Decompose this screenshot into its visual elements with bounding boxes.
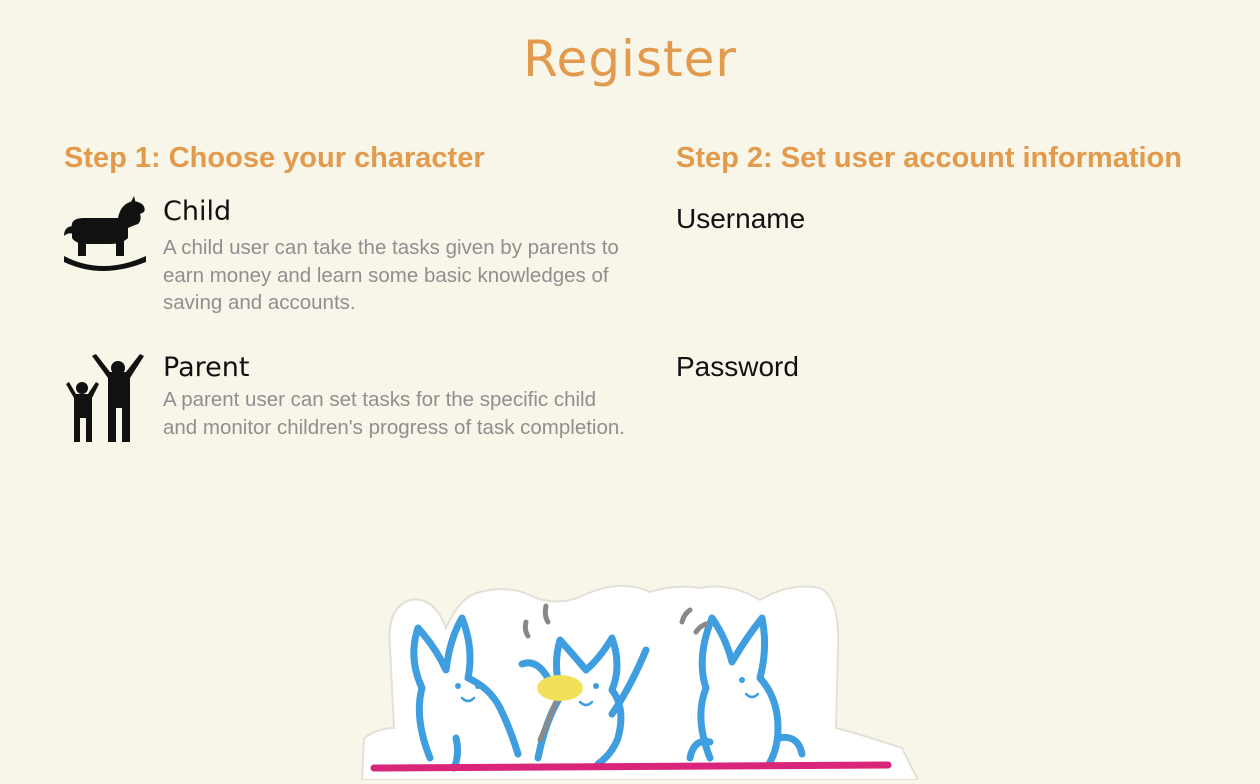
- three-bunnies-illustration: [350, 578, 930, 784]
- password-label: Password: [676, 351, 799, 382]
- role-option-parent[interactable]: Parent A parent user can set tasks for t…: [62, 352, 632, 472]
- parent-and-child-icon: [62, 352, 148, 448]
- password-input[interactable]: [676, 396, 1204, 440]
- role-name-child: Child: [163, 196, 232, 227]
- role-description-child: A child user can take the tasks given by…: [163, 236, 619, 314]
- rocking-horse-icon: [62, 196, 148, 278]
- step2-heading: Step 2: Set user account information: [676, 142, 1182, 174]
- page-title: Register: [523, 30, 737, 88]
- role-option-child[interactable]: Child A child user can take the tasks gi…: [62, 196, 632, 326]
- username-label: Username: [676, 203, 806, 234]
- role-description-parent: A parent user can set tasks for the spec…: [163, 388, 625, 439]
- step1-heading: Step 1: Choose your character: [64, 142, 485, 174]
- username-input[interactable]: [676, 248, 1204, 292]
- role-name-parent: Parent: [163, 352, 250, 383]
